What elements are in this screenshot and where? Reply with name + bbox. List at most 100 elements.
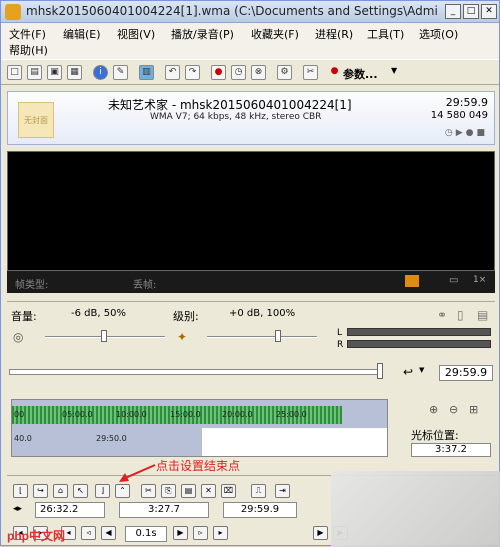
frame-type-label: 帧类型: [15,280,49,291]
play-selection-icon[interactable]: ▶ [313,526,328,540]
waveform[interactable]: 00 05:00.0 10:00.0 15:00.0 20:00.0 25:00… [11,399,388,457]
app-window: mhsk2015060401004224[1].wma (C:\Document… [0,0,500,547]
prev-big-icon[interactable]: ◀ [101,526,116,540]
menu-play-record[interactable]: 播放/录音(P) [171,26,234,42]
record-icon[interactable]: ● [211,65,226,80]
position-slider[interactable] [9,369,381,375]
left-channel-label: L [337,328,343,338]
close-button[interactable]: ✕ [481,4,497,19]
playlist-icon[interactable]: ▥ [139,65,154,80]
menu-edit[interactable]: 编辑(E) [63,26,101,42]
selection-length[interactable]: 3:27.7 [119,502,209,518]
menu-help[interactable]: 帮助(H) [9,42,48,58]
menu-file[interactable]: 文件(F) [9,26,46,42]
loop-dropdown-icon[interactable]: ▼ [419,366,424,374]
right-meter [347,340,491,348]
position-time: 29:59.9 [439,365,493,381]
next-mark-icon[interactable]: ⇥ [275,484,290,498]
wave-end-label: 29:50.0 [96,434,127,443]
zoom-in-icon[interactable]: ⊕ [429,403,438,416]
cursor-position-label: 光标位置: [411,429,459,442]
fit-icon[interactable] [405,275,419,287]
settings-icon[interactable]: ⚙ [277,65,292,80]
volume-panel: 音量: -6 dB, 50% ◎ 级别: +0 dB, 100% ✦ L R ⚭… [7,301,495,351]
menu-favorites[interactable]: 收藏夹(F) [251,26,299,42]
selection-start[interactable]: 26:32.2 [35,502,105,518]
level-value: +0 dB, 100% [229,308,296,319]
back-icon[interactable]: ↖ [73,484,88,498]
mark-icon[interactable]: ⎍ [251,484,266,498]
window-title: mhsk2015060401004224[1].wma (C:\Document… [26,4,438,18]
info-icon[interactable]: i [93,65,108,80]
level-icon[interactable]: ✦ [177,330,187,344]
zoom-out-icon[interactable]: ⊖ [449,403,458,416]
delete-icon[interactable]: ✕ [201,484,216,498]
document-icon[interactable]: ▯ [457,308,464,322]
play-icon[interactable]: ▶ [456,128,466,138]
level-thumb[interactable] [275,330,281,342]
link-icon[interactable]: ⚭ [437,308,447,322]
select-icon[interactable]: ⌂ [53,484,68,498]
params-dropdown-icon[interactable]: ▼ [391,66,397,75]
watermark: php中文网 [7,529,65,543]
save-icon[interactable]: ▦ [67,65,82,80]
new-file-icon[interactable]: □ [7,65,22,80]
copy-icon[interactable]: ⎘ [161,484,176,498]
set-start-icon[interactable]: ⌊ [13,484,28,498]
wave-tick-4: 20:00.0 [222,410,253,419]
stop-mini-icon[interactable]: ■ [476,128,488,138]
next-big-icon[interactable]: ▶ [173,526,188,540]
menu-options[interactable]: 选项(O) [419,26,458,42]
app-icon [5,4,21,20]
volume-thumb[interactable] [101,330,107,342]
crop-icon[interactable]: ⌧ [221,484,236,498]
stop-icon[interactable]: ⊗ [251,65,266,80]
redo-icon[interactable]: ↷ [185,65,200,80]
open-file-icon[interactable]: ▣ [47,65,62,80]
annotation-arrow [119,464,156,482]
menu-bar: 文件(F) 编辑(E) 视图(V) 播放/录音(P) 收藏夹(F) 进程(R) … [1,23,499,59]
speaker-icon[interactable]: ◎ [13,330,23,344]
step-select[interactable]: 0.1s [125,526,167,542]
go-start-icon[interactable]: ↪ [33,484,48,498]
track-info-panel: 无封面 未知艺术家 - mhsk2015060401004224[1] WMA … [7,91,495,145]
annotation-text: 点击设置结束点 [156,459,241,473]
prev-step-icon[interactable]: ◃ [81,526,96,540]
right-channel-label: R [337,340,344,350]
set-end-icon[interactable]: ⌋ [95,484,110,498]
minimize-button[interactable]: _ [445,4,461,19]
clock-icon[interactable]: ◷ [445,128,456,138]
next-step-icon[interactable]: ▹ [193,526,208,540]
open-folder-icon[interactable]: ▤ [27,65,42,80]
loop-icon[interactable]: ↩ [403,365,413,379]
album-cover: 无封面 [18,102,54,138]
go-end-icon[interactable]: ⌃ [115,484,130,498]
cut-icon[interactable]: ✂ [141,484,156,498]
undo-icon[interactable]: ↶ [165,65,180,80]
edit-tags-icon[interactable]: ✎ [113,65,128,80]
paste-icon[interactable]: ▤ [181,484,196,498]
tool-icon[interactable]: ✂ [303,65,318,80]
zoom-fit-icon[interactable]: ⊞ [469,403,478,416]
monitor-icon[interactable]: ▭ [449,275,458,286]
level-slider[interactable] [207,336,317,338]
timer-icon[interactable]: ◷ [231,65,246,80]
position-thumb[interactable] [377,363,383,379]
zoom-1x-icon[interactable]: 1× [473,275,486,285]
wave-tick-1: 05:00.0 [62,410,93,419]
level-label: 级别: [173,310,199,323]
selection-end[interactable]: 29:59.9 [223,502,297,518]
title-bar: mhsk2015060401004224[1].wma (C:\Document… [1,1,499,23]
mixer-icon[interactable]: ▤ [477,308,488,322]
position-bar: ↩ ▼ 29:59.9 [7,359,495,389]
start-spin-icon[interactable]: ◂▸ [13,504,22,514]
menu-view[interactable]: 视图(V) [117,26,155,42]
next-frame-icon[interactable]: ▸ [213,526,228,540]
wave-tick-0: 00 [14,410,25,419]
menu-tools[interactable]: 工具(T) [367,26,404,42]
params-button[interactable]: 参数... [343,66,378,82]
menu-process[interactable]: 进程(R) [315,26,353,42]
params-record-icon[interactable]: ● [327,65,342,80]
maximize-button[interactable]: □ [463,4,479,19]
record-mini-icon[interactable]: ● [466,128,477,138]
